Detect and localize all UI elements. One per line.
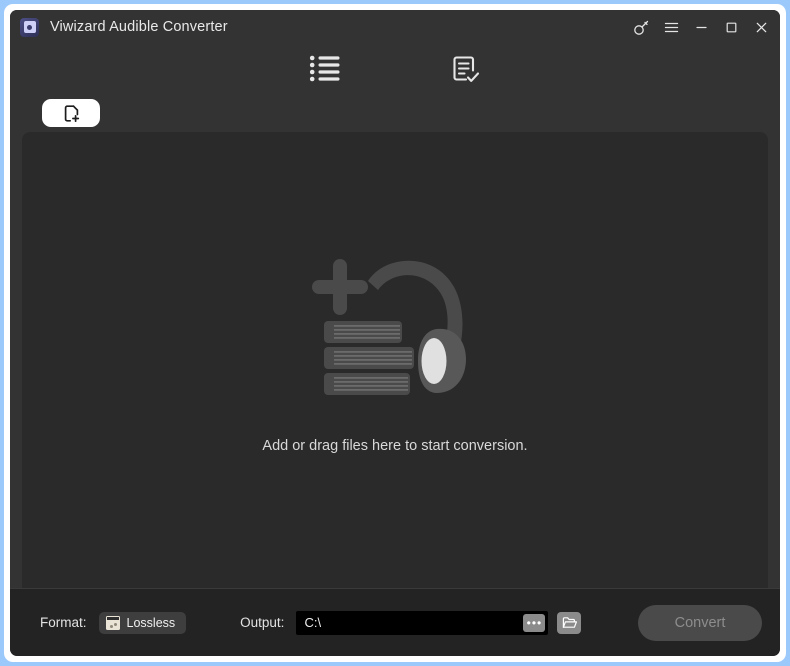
bottom-bar: Format: Lossless Output: C:\ ••• Convert [10, 588, 780, 656]
title-bar: Viwizard Audible Converter [10, 10, 780, 44]
window-shell: Viwizard Audible Converter Add or drag f… [4, 4, 786, 662]
key-icon[interactable] [626, 13, 656, 41]
window-controls [626, 10, 776, 44]
maximize-icon[interactable] [716, 13, 746, 41]
output-path-field[interactable]: C:\ ••• [296, 610, 549, 635]
add-files-bar [10, 94, 780, 132]
folder-open-icon[interactable] [557, 611, 582, 634]
main-toolbar [10, 44, 780, 94]
document-check-icon[interactable] [444, 49, 484, 89]
output-path-value: C:\ [304, 615, 322, 630]
add-files-button[interactable] [42, 99, 100, 127]
window-selection-frame: Viwizard Audible Converter Add or drag f… [0, 0, 790, 666]
browse-folder-button[interactable]: ••• [523, 613, 546, 632]
empty-state: Add or drag files here to start conversi… [262, 243, 528, 454]
format-group: Format: Lossless [40, 611, 187, 634]
window-title: Viwizard Audible Converter [50, 19, 228, 35]
app-logo-glyph [23, 21, 36, 33]
output-group: Output: C:\ ••• [240, 610, 638, 635]
output-label: Output: [240, 615, 285, 630]
convert-button[interactable]: Convert [638, 604, 762, 641]
empty-state-text: Add or drag files here to start conversi… [262, 437, 528, 454]
minimize-icon[interactable] [686, 13, 716, 41]
menu-icon[interactable] [656, 13, 686, 41]
application-window: Viwizard Audible Converter Add or drag f… [10, 10, 780, 656]
format-label: Format: [40, 615, 87, 630]
close-icon[interactable] [746, 13, 776, 41]
app-logo-icon [20, 17, 39, 37]
add-audiobook-headphone-illustration [311, 258, 466, 395]
format-selector[interactable]: Lossless [98, 611, 187, 634]
file-drop-area[interactable]: Add or drag files here to start conversi… [22, 132, 768, 588]
format-value: Lossless [126, 615, 176, 630]
audio-file-icon [105, 615, 120, 630]
task-list-icon[interactable] [306, 49, 346, 89]
